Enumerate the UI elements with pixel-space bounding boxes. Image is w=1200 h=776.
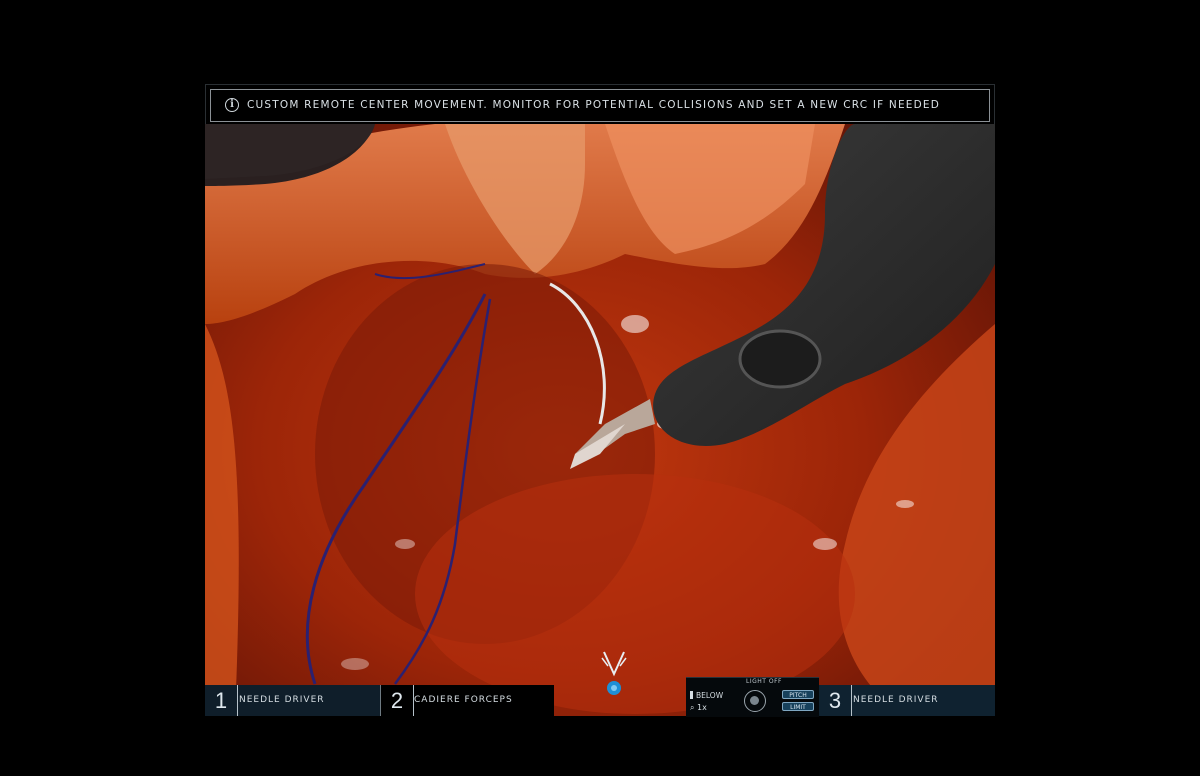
pitch-badge: PITCH: [782, 690, 814, 699]
zoom-level: ⌕ 1x: [690, 703, 707, 712]
camera-status-panel: LIGHT OFF BELOW ⌕ 1x PITCH LIMIT: [686, 677, 819, 717]
instrument-arm-3[interactable]: 3 NEEDLE DRIVER: [819, 685, 995, 716]
arm-number: 1: [205, 685, 238, 716]
zoom-value: 1x: [697, 703, 707, 712]
follow-mode: BELOW: [690, 691, 723, 700]
light-status: LIGHT OFF: [746, 678, 782, 685]
surgical-scene: [205, 124, 995, 716]
camera-orientation-icon: [601, 651, 627, 695]
notification-message: CUSTOM REMOTE CENTER MOVEMENT. MONITOR F…: [247, 99, 941, 111]
arm-number: 3: [819, 685, 852, 716]
follow-label: BELOW: [696, 691, 724, 700]
info-icon: i: [225, 98, 239, 112]
instrument-name: NEEDLE DRIVER: [853, 695, 939, 705]
instrument-arm-1[interactable]: 1 NEEDLE DRIVER: [205, 685, 380, 716]
limit-badge: LIMIT: [782, 702, 814, 711]
arm-number: 2: [380, 685, 414, 716]
instrument-name: NEEDLE DRIVER: [239, 695, 325, 705]
follow-icon: [690, 691, 693, 699]
endoscope-video-feed: [205, 124, 995, 716]
instrument-arm-2[interactable]: 2 CADIERE FORCEPS: [380, 685, 554, 716]
camera-dial-icon: [744, 690, 766, 712]
instrument-name: CADIERE FORCEPS: [414, 695, 513, 705]
notification-frame: i CUSTOM REMOTE CENTER MOVEMENT. MONITOR…: [210, 89, 990, 122]
notification-banner: i CUSTOM REMOTE CENTER MOVEMENT. MONITOR…: [205, 84, 995, 124]
